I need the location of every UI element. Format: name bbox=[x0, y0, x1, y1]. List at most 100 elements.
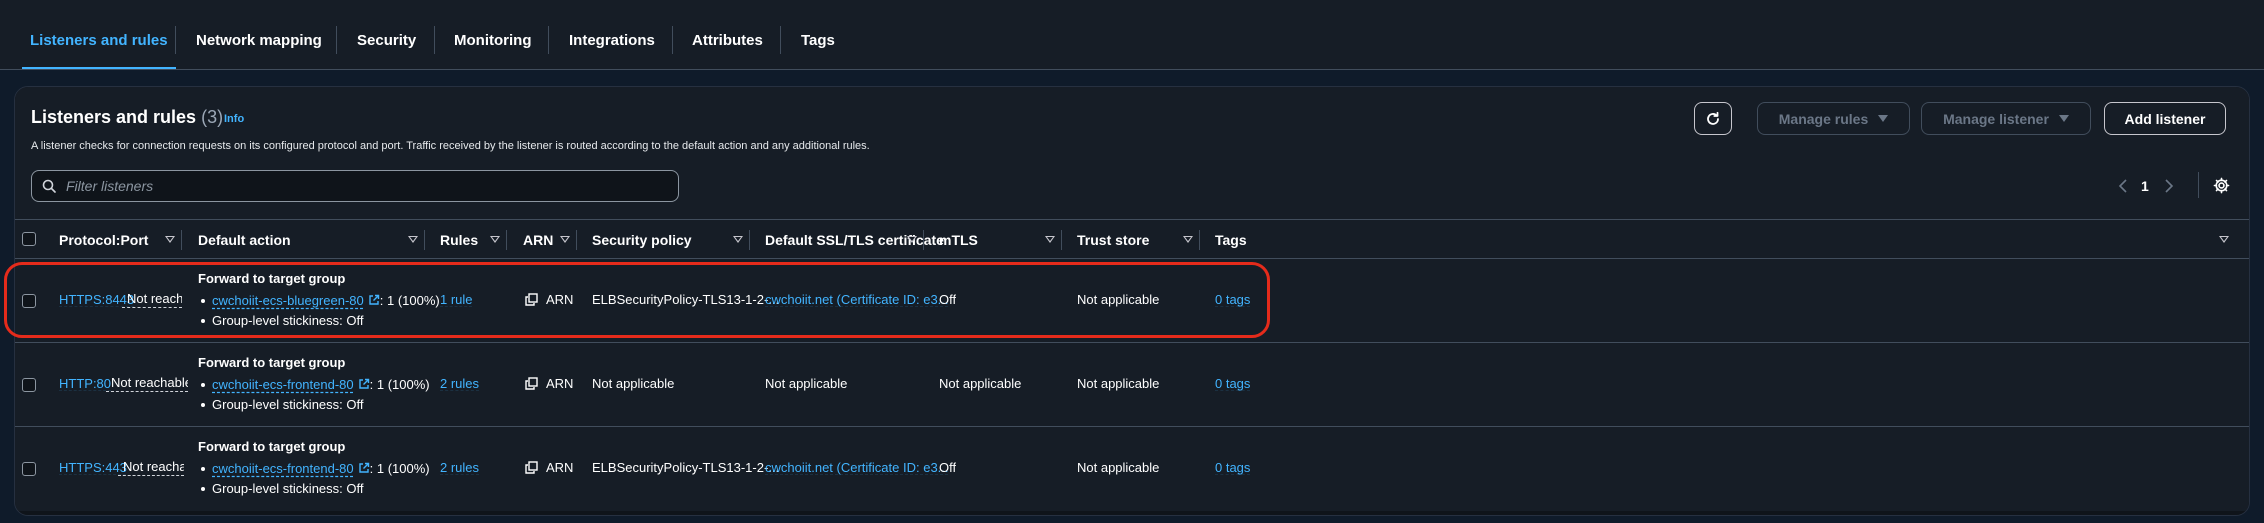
column-divider bbox=[1199, 230, 1200, 250]
sort-icon[interactable] bbox=[408, 236, 418, 243]
col-rules[interactable]: Rules bbox=[440, 220, 478, 258]
refresh-button[interactable] bbox=[1694, 102, 1732, 135]
table-row[interactable]: HTTPS:8443 Not reachable Forward to targ… bbox=[15, 259, 2249, 343]
refresh-icon bbox=[1707, 111, 1719, 125]
arn-copy[interactable]: ARN bbox=[525, 292, 573, 307]
add-listener-button[interactable]: Add listener bbox=[2104, 102, 2226, 135]
sort-icon[interactable] bbox=[907, 236, 917, 243]
trust-store-value: Not applicable bbox=[1077, 460, 1160, 475]
certificate-text[interactable]: cwchoiit.net (Certificate ID: e3... bbox=[765, 460, 949, 475]
rules-link[interactable]: 1 rule bbox=[440, 292, 473, 307]
action-title: Forward to target group bbox=[198, 355, 346, 370]
tabs-bottom-border bbox=[0, 69, 2264, 70]
col-ssl-certificate[interactable]: Default SSL/TLS certificate bbox=[765, 220, 944, 258]
tab-listeners-and-rules[interactable]: Listeners and rules bbox=[10, 0, 188, 70]
column-divider bbox=[181, 230, 182, 250]
listeners-panel: Listeners and rules (3) Info A listener … bbox=[14, 86, 2250, 516]
tags-link[interactable]: 0 tags bbox=[1215, 292, 1250, 307]
protocol-port-link[interactable]: HTTPS:443 bbox=[59, 460, 127, 475]
mtls-value: Not applicable bbox=[939, 376, 1022, 391]
external-link-icon[interactable] bbox=[358, 462, 370, 474]
security-policy: Not applicable bbox=[592, 376, 675, 391]
external-link-icon[interactable] bbox=[368, 294, 380, 306]
certificate-link[interactable]: cwchoiit.net (Certificate ID: e3... bbox=[765, 292, 949, 307]
info-link[interactable]: Info bbox=[224, 113, 244, 125]
tags-text[interactable]: 0 tags bbox=[1215, 460, 1250, 475]
settings-gear-icon[interactable] bbox=[2213, 177, 2230, 194]
certificate-text[interactable]: cwchoiit.net (Certificate ID: e3... bbox=[765, 292, 949, 307]
tags-link[interactable]: 0 tags bbox=[1215, 460, 1250, 475]
col-security-policy[interactable]: Security policy bbox=[592, 220, 692, 258]
column-divider bbox=[506, 230, 507, 250]
pagination: 1 bbox=[2118, 174, 2174, 198]
protocol-port-text[interactable]: HTTPS:443 bbox=[59, 460, 127, 475]
tags-link[interactable]: 0 tags bbox=[1215, 376, 1250, 391]
col-mtls[interactable]: mTLS bbox=[939, 220, 978, 258]
col-arn[interactable]: ARN bbox=[523, 220, 553, 258]
filter-listeners-field[interactable] bbox=[31, 170, 679, 202]
rules-link[interactable]: 2 rules bbox=[440, 460, 479, 475]
target-weight: : 1 (100%) bbox=[379, 293, 440, 308]
rules-text[interactable]: 2 rules bbox=[440, 460, 479, 475]
status-warning[interactable]: Not reachable bbox=[118, 459, 184, 476]
table-header: Protocol:Port Default action Rules ARN S… bbox=[15, 219, 2249, 259]
tags-text[interactable]: 0 tags bbox=[1215, 292, 1250, 307]
row-checkbox[interactable] bbox=[22, 294, 36, 308]
rules-text[interactable]: 2 rules bbox=[440, 376, 479, 391]
certificate-link[interactable]: cwchoiit.net (Certificate ID: e3... bbox=[765, 460, 949, 475]
column-divider bbox=[1061, 230, 1062, 250]
filter-listeners-input[interactable] bbox=[66, 178, 646, 194]
external-link-icon[interactable] bbox=[358, 378, 370, 390]
sort-icon[interactable] bbox=[490, 236, 500, 243]
table-row[interactable]: HTTP:80 Not reachable Forward to target … bbox=[15, 343, 2249, 427]
rules-link[interactable]: 2 rules bbox=[440, 376, 479, 391]
column-divider bbox=[923, 230, 924, 250]
sort-icon[interactable] bbox=[165, 236, 175, 243]
column-divider bbox=[576, 230, 577, 250]
panel-header: Listeners and rules (3) Info A listener … bbox=[15, 87, 2249, 219]
status-warning[interactable]: Not reachable bbox=[122, 291, 182, 308]
certificate-value: Not applicable bbox=[765, 376, 848, 391]
pager-divider bbox=[2198, 172, 2199, 198]
tab-security[interactable]: Security bbox=[337, 0, 436, 70]
target-group-link[interactable]: cwchoiit-ecs-frontend-80 bbox=[212, 377, 354, 392]
chevron-right-icon[interactable] bbox=[2164, 179, 2174, 193]
rules-text[interactable]: 1 rule bbox=[440, 292, 473, 307]
select-all-checkbox[interactable] bbox=[22, 232, 36, 246]
arn-copy[interactable]: ARN bbox=[525, 376, 573, 391]
manage-rules-button[interactable]: Manage rules bbox=[1757, 102, 1910, 135]
col-protocol-port[interactable]: Protocol:Port bbox=[59, 220, 148, 258]
copy-icon bbox=[525, 461, 538, 474]
status-warning[interactable]: Not reachable bbox=[106, 375, 188, 392]
tab-tags[interactable]: Tags bbox=[781, 0, 855, 70]
manage-listener-button[interactable]: Manage listener bbox=[1921, 102, 2091, 135]
row-checkbox[interactable] bbox=[22, 462, 36, 476]
action-title: Forward to target group bbox=[198, 271, 346, 286]
tab-monitoring[interactable]: Monitoring bbox=[434, 0, 551, 70]
detail-tabs: Listeners and rules Network mapping Secu… bbox=[0, 0, 2264, 70]
sort-icon[interactable] bbox=[560, 236, 570, 243]
target-group-link[interactable]: cwchoiit-ecs-bluegreen-80 bbox=[212, 293, 364, 308]
sort-icon[interactable] bbox=[2219, 236, 2229, 243]
tab-attributes[interactable]: Attributes bbox=[672, 0, 783, 70]
target-group-link[interactable]: cwchoiit-ecs-frontend-80 bbox=[212, 461, 354, 476]
arn-copy[interactable]: ARN bbox=[525, 460, 573, 475]
row-checkbox[interactable] bbox=[22, 378, 36, 392]
tags-text[interactable]: 0 tags bbox=[1215, 376, 1250, 391]
table-row[interactable]: HTTPS:443 Not reachable Forward to targe… bbox=[15, 427, 2249, 511]
default-action: Forward to target group cwchoiit-ecs-fro… bbox=[198, 355, 430, 415]
security-policy: ELBSecurityPolicy-TLS13-1-2-... bbox=[592, 460, 780, 475]
tab-integrations[interactable]: Integrations bbox=[549, 0, 675, 70]
sort-icon[interactable] bbox=[1183, 236, 1193, 243]
sort-icon[interactable] bbox=[733, 236, 743, 243]
col-default-action[interactable]: Default action bbox=[198, 220, 291, 258]
manage-listener-label: Manage listener bbox=[1943, 110, 2049, 127]
chevron-left-icon[interactable] bbox=[2118, 179, 2128, 193]
page-number[interactable]: 1 bbox=[2141, 178, 2149, 194]
col-tags[interactable]: Tags bbox=[1215, 220, 1247, 258]
col-trust-store[interactable]: Trust store bbox=[1077, 220, 1149, 258]
sort-icon[interactable] bbox=[1045, 236, 1055, 243]
tab-network-mapping[interactable]: Network mapping bbox=[176, 0, 342, 70]
protocol-port-link[interactable]: HTTP:80 bbox=[59, 376, 111, 391]
protocol-port-text[interactable]: HTTP:80 bbox=[59, 376, 111, 391]
